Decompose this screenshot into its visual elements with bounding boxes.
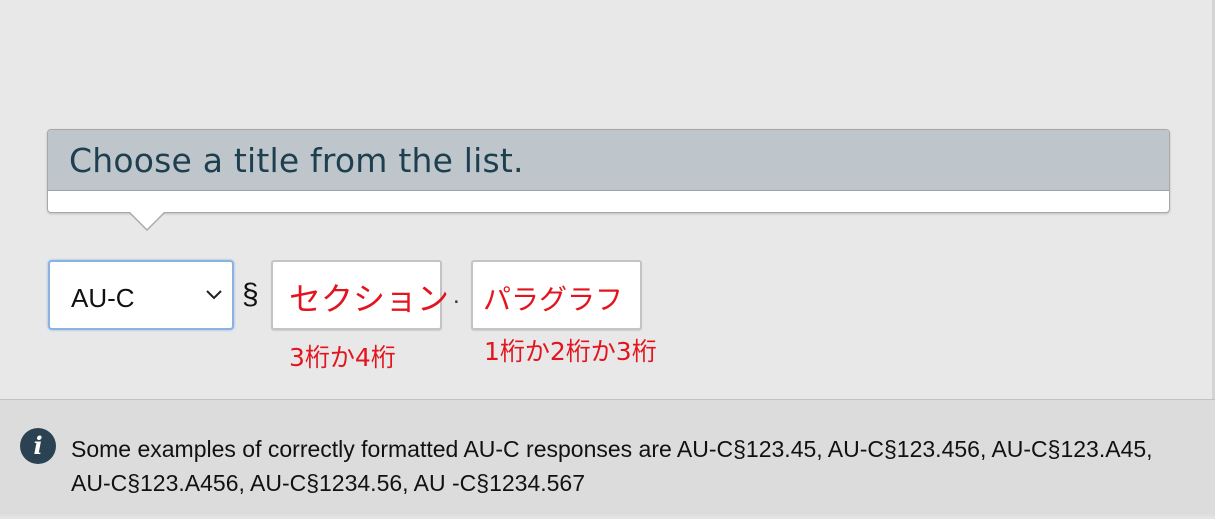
chevron-down-icon	[206, 290, 222, 300]
tooltip-title: Choose a title from the list.	[69, 140, 524, 180]
title-select[interactable]: AU-C	[48, 260, 234, 330]
section-paragraph-separator: .	[453, 282, 460, 309]
section-input[interactable]: セクション	[271, 260, 449, 330]
bottom-edge	[0, 513, 1215, 519]
tooltip-header: Choose a title from the list.	[48, 130, 1169, 191]
section-input-placeholder: セクション	[289, 280, 450, 318]
info-icon: i	[20, 428, 56, 464]
section-symbol: §	[242, 278, 259, 311]
paragraph-input-placeholder: パラグラフ	[483, 283, 624, 316]
format-examples-text: Some examples of correctly formatted AU-…	[71, 436, 1153, 496]
paragraph-digits-hint: 1桁か2桁か3桁	[484, 337, 657, 366]
title-tooltip: Choose a title from the list.	[47, 129, 1170, 231]
paragraph-input[interactable]: パラグラフ	[471, 260, 642, 330]
info-bar: i Some examples of correctly formatted A…	[0, 399, 1215, 519]
section-digits-hint: 3桁か4桁	[289, 343, 396, 372]
tooltip-arrow-fill	[129, 211, 165, 229]
title-select-value: AU-C	[71, 282, 135, 313]
